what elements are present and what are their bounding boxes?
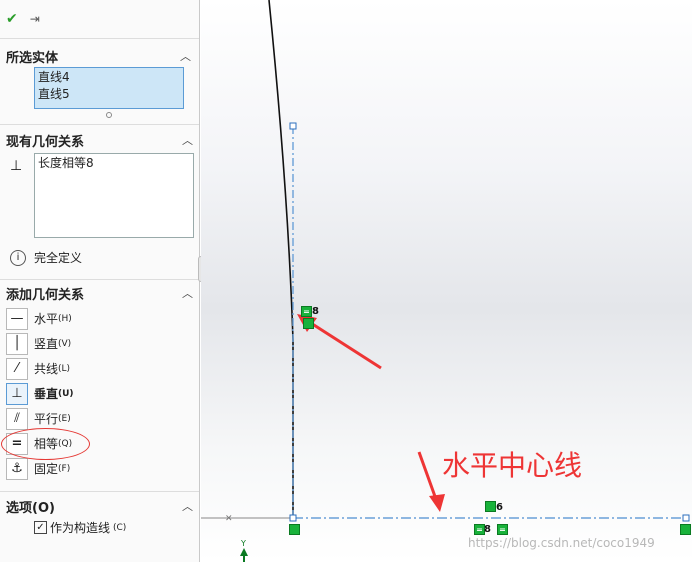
accel-key: (E) — [58, 413, 71, 424]
vertical-icon[interactable]: │ — [6, 332, 28, 355]
marker-label: 6 — [496, 502, 503, 513]
accel-key: (H) — [58, 313, 72, 324]
status-row: i 完全定义 — [10, 249, 82, 266]
options-header[interactable]: 选项(O) ︿ — [0, 495, 201, 517]
origin-mark: ✕ — [225, 514, 233, 524]
watermark: https://blog.csdn.net/coco1949 — [468, 536, 655, 550]
coincident-marker[interactable] — [289, 524, 300, 535]
pushpin-icon[interactable]: ⇥ — [30, 12, 40, 26]
relation-label: 垂直 — [34, 387, 59, 401]
status-text: 完全定义 — [34, 251, 83, 265]
annotation-text: 水平中心线 — [442, 449, 583, 482]
relation-parallel[interactable]: ⫽ 平行 (E) — [0, 406, 199, 431]
endpoint — [289, 514, 297, 522]
relation-collinear[interactable]: ⁄ 共线 (L) — [0, 356, 199, 381]
info-icon: i — [10, 249, 26, 266]
relation-marker[interactable]: = — [497, 524, 508, 535]
marker-label: 8 — [312, 306, 319, 317]
checkbox-label: 作为构造线 — [50, 521, 111, 535]
relation-type-icon: ⊥ — [10, 158, 23, 174]
endpoint — [682, 514, 690, 522]
axis-y-label: Y — [240, 539, 246, 548]
arrow-shaft — [417, 451, 439, 503]
chevron-up-icon[interactable]: ︿ — [180, 48, 191, 64]
fix-icon[interactable]: ⚓ — [6, 457, 28, 480]
accel-key: (V) — [58, 338, 72, 349]
perpendicular-icon[interactable]: ⊥ — [6, 382, 28, 405]
chevron-up-icon[interactable]: ︿ — [182, 285, 193, 301]
coincident-marker[interactable] — [680, 524, 691, 535]
section-title: 现有几何关系 — [6, 134, 85, 150]
panel-toolbar: ✔ ⇥ — [0, 0, 199, 39]
relation-label: 水平 — [34, 312, 59, 326]
midpoint-relation-marker[interactable] — [485, 501, 496, 512]
list-item[interactable]: 直线4 — [38, 69, 180, 86]
construction-checkbox[interactable]: ✓ — [34, 521, 47, 534]
relation-marker[interactable] — [303, 318, 314, 329]
section-title: 所选实体 — [6, 50, 59, 66]
highlight-ellipse — [1, 428, 90, 460]
chevron-up-icon[interactable]: ︿ — [182, 132, 193, 148]
selected-entities-header[interactable]: 所选实体 ︿ — [0, 45, 199, 67]
selected-entities-list[interactable]: 直线4 直线5 — [34, 67, 184, 109]
arrow-head — [429, 494, 445, 512]
relation-vertical[interactable]: │ 竖直 (V) — [0, 331, 199, 356]
relation-perpendicular[interactable]: ⊥ 垂直 (U) — [0, 381, 199, 406]
list-item[interactable]: 长度相等8 — [38, 155, 190, 172]
relation-label: 固定 — [34, 462, 59, 476]
equal-relation-marker[interactable]: = — [301, 306, 312, 317]
section-title: 选项(O) — [6, 500, 55, 516]
marker-label: 8 — [484, 524, 491, 535]
accel-key: (U) — [58, 388, 74, 399]
relation-label: 竖直 — [34, 337, 59, 351]
arrow-shaft — [302, 316, 382, 370]
endpoint — [289, 122, 297, 130]
parallel-icon[interactable]: ⫽ — [6, 407, 28, 430]
accel-key: (L) — [58, 363, 71, 374]
accel-key: (C) — [113, 522, 127, 533]
collinear-icon[interactable]: ⁄ — [6, 357, 28, 380]
section-title: 添加几何关系 — [6, 287, 85, 303]
list-item[interactable]: 直线5 — [38, 86, 180, 103]
relation-horizontal[interactable]: — 水平 (H) — [0, 306, 199, 331]
construction-checkbox-row[interactable]: ✓ 作为构造线 (C) — [34, 519, 126, 536]
check-icon[interactable]: ✔ — [6, 11, 18, 27]
horizontal-icon[interactable]: — — [6, 307, 28, 330]
existing-relations-header[interactable]: 现有几何关系 ︿ — [0, 129, 201, 151]
chevron-up-icon[interactable]: ︿ — [182, 498, 193, 514]
property-manager: ✔ ⇥ 所选实体 ︿ 直线4 直线5 现有几何关系 ︿ ⊥ 长度相等8 i 完全… — [0, 0, 200, 562]
resize-handle[interactable] — [106, 112, 112, 118]
sketch-curve — [268, 0, 294, 515]
relation-fix[interactable]: ⚓ 固定 (F) — [0, 456, 199, 481]
relation-label: 平行 — [34, 412, 59, 426]
existing-relations-list[interactable]: 长度相等8 — [34, 153, 194, 238]
accel-key: (F) — [58, 463, 71, 474]
add-relations-header[interactable]: 添加几何关系 ︿ — [0, 282, 201, 304]
relation-label: 共线 — [34, 362, 59, 376]
